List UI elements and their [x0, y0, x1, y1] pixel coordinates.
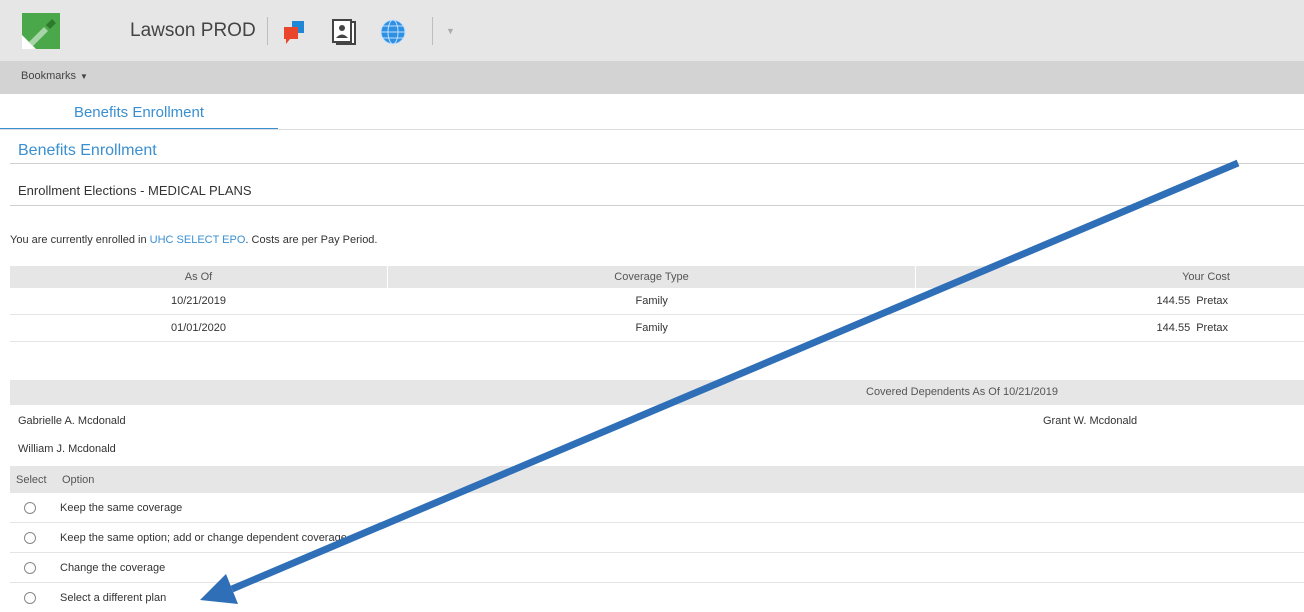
annotation-arrow-icon: [0, 0, 1304, 610]
